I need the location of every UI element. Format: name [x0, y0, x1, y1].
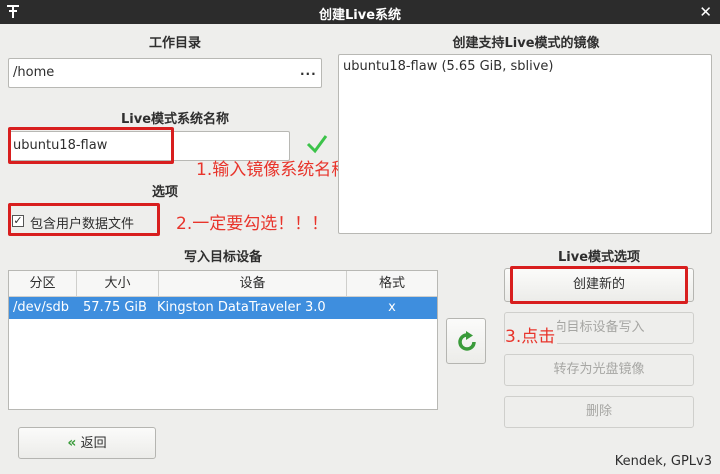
options-label: 选项	[151, 185, 178, 200]
annotation-highlight-name	[8, 127, 174, 164]
cell-size: 57.75 GiB	[83, 300, 147, 315]
back-arrows-icon: «	[67, 435, 77, 451]
workdir-field[interactable]: /home	[8, 58, 322, 88]
delete-button[interactable]: 删除	[504, 396, 694, 428]
window-title: 创建Live系统	[318, 8, 402, 23]
device-table[interactable]: 分区 大小 设备 格式 /dev/sdb 57.75 GiB Kingston …	[8, 270, 438, 410]
annotation-highlight-create	[510, 266, 688, 304]
workdir-value: /home	[13, 65, 55, 80]
back-button[interactable]: « 返回	[18, 427, 156, 459]
cell-partition: /dev/sdb	[13, 300, 69, 315]
refresh-button[interactable]	[446, 318, 486, 364]
col-partition[interactable]: 分区	[9, 271, 77, 297]
back-label: 返回	[80, 436, 107, 451]
title-bar: 创建Live系统 ✕	[0, 0, 720, 24]
live-options-label: Live模式选项	[557, 250, 641, 265]
annotation-highlight-checkbox	[8, 203, 160, 236]
images-label: 创建支持Live模式的镜像	[452, 36, 600, 51]
list-item[interactable]: ubuntu18-flaw (5.65 GiB, sblive)	[343, 59, 554, 74]
annotation-step3: 3.点击	[505, 322, 558, 347]
footer-credit: Kendek, GPLv3	[614, 454, 712, 469]
col-size[interactable]: 大小	[77, 271, 159, 297]
save-iso-button[interactable]: 转存为光盘镜像	[504, 354, 694, 386]
close-icon[interactable]: ✕	[699, 3, 712, 21]
checkmark-icon	[306, 135, 328, 154]
table-row[interactable]: /dev/sdb 57.75 GiB Kingston DataTraveler…	[9, 297, 437, 319]
browse-button[interactable]: ...	[300, 64, 317, 78]
table-header: 分区 大小 设备 格式	[9, 271, 437, 297]
system-name-label: Live模式系统名称	[120, 112, 230, 127]
images-list[interactable]: ubuntu18-flaw (5.65 GiB, sblive)	[338, 54, 712, 234]
target-device-label: 写入目标设备	[183, 250, 262, 265]
cell-device: Kingston DataTraveler 3.0	[157, 300, 326, 315]
annotation-step2: 2.一定要勾选！！！	[176, 214, 329, 234]
col-device[interactable]: 设备	[159, 271, 347, 297]
col-format[interactable]: 格式	[347, 271, 437, 297]
refresh-icon	[458, 331, 476, 351]
workdir-label: 工作目录	[148, 36, 201, 51]
cell-format: x	[388, 300, 396, 315]
